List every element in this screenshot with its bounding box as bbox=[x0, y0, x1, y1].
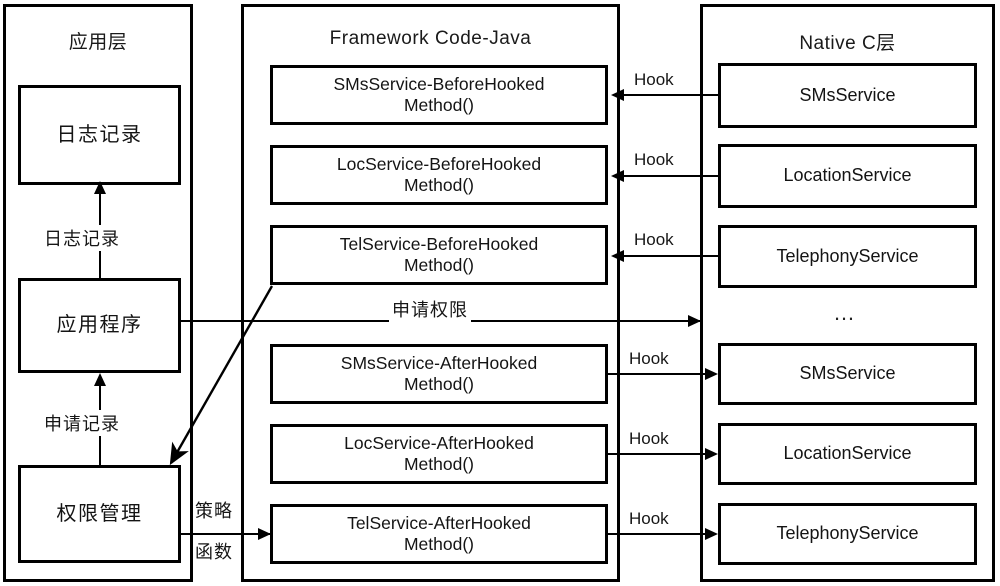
node-loc-before-hooked[interactable]: LocService-BeforeHooked Method() bbox=[270, 145, 608, 205]
node-sms-before-hooked[interactable]: SMsService-BeforeHooked Method() bbox=[270, 65, 608, 125]
node-telephony-service-top[interactable]: TelephonyService bbox=[718, 225, 977, 288]
edge-log-record-arrowhead bbox=[94, 181, 106, 194]
node-sms-after-hooked[interactable]: SMsService-AfterHooked Method() bbox=[270, 344, 608, 404]
line1: LocService-AfterHooked bbox=[344, 432, 534, 453]
hook-edge-4-arrowhead bbox=[705, 368, 718, 380]
hook-edge-3-arrowhead bbox=[611, 250, 624, 262]
hook-edge-5-arrowhead bbox=[705, 448, 718, 460]
node-sms-service-bottom[interactable]: SMsService bbox=[718, 343, 977, 405]
panel-app-layer-title: 应用层 bbox=[68, 32, 128, 53]
hook-edge-2-arrowhead bbox=[611, 170, 624, 182]
line1: LocService-BeforeHooked bbox=[336, 153, 542, 174]
edge-apply-record-label: 申请记录 bbox=[42, 410, 122, 436]
node-sms-before-hooked-text: SMsService-BeforeHooked Method() bbox=[333, 74, 544, 117]
line1: TelService-AfterHooked bbox=[347, 512, 531, 533]
line1: SMsService-AfterHooked bbox=[340, 352, 538, 373]
line1: TelService-BeforeHooked bbox=[339, 233, 539, 254]
node-sms-service-top[interactable]: SMsService bbox=[718, 63, 977, 128]
node-location-service-top[interactable]: LocationService bbox=[718, 144, 977, 208]
node-application[interactable]: 应用程序 bbox=[18, 278, 181, 373]
panel-native-layer-title: Native C层 bbox=[799, 33, 896, 54]
edge-log-record-label: 日志记录 bbox=[42, 225, 122, 251]
edge-apply-record-arrowhead bbox=[94, 373, 106, 386]
hook-edge-3-line bbox=[623, 255, 718, 257]
hook-edge-5-line bbox=[608, 453, 708, 455]
edge-policy-function-line bbox=[181, 533, 270, 535]
node-loc-after-hooked[interactable]: LocService-AfterHooked Method() bbox=[270, 424, 608, 484]
node-loc-after-hooked-text: LocService-AfterHooked Method() bbox=[344, 433, 534, 476]
node-tel-before-hooked[interactable]: TelService-BeforeHooked Method() bbox=[270, 225, 608, 285]
hook-edge-1-arrowhead bbox=[611, 89, 624, 101]
hook-edge-1-label: Hook bbox=[634, 70, 674, 89]
hook-edge-1-line bbox=[623, 94, 718, 96]
line2: Method() bbox=[403, 534, 474, 554]
node-tel-after-hooked-text: TelService-AfterHooked Method() bbox=[347, 513, 531, 556]
line2: Method() bbox=[403, 454, 474, 474]
hook-edge-5-label: Hook bbox=[629, 429, 669, 448]
node-tel-after-hooked[interactable]: TelService-AfterHooked Method() bbox=[270, 504, 608, 564]
hook-edge-2-label: Hook bbox=[634, 150, 674, 169]
node-permission-manager[interactable]: 权限管理 bbox=[18, 465, 181, 563]
hook-edge-6-line bbox=[608, 533, 708, 535]
hook-edge-4-label: Hook bbox=[629, 349, 669, 368]
hook-edge-3-label: Hook bbox=[634, 230, 674, 249]
edge-request-permission-arrowhead bbox=[688, 315, 701, 327]
edge-policy-label: 策略 bbox=[193, 497, 235, 523]
diagram-canvas: 应用层 日志记录 应用程序 权限管理 日志记录 申请记录 Framework C… bbox=[0, 0, 1000, 586]
node-telephony-service-bottom[interactable]: TelephonyService bbox=[718, 503, 977, 565]
node-location-service-bottom[interactable]: LocationService bbox=[718, 423, 977, 485]
edge-request-permission-label: 申请权限 bbox=[389, 296, 471, 322]
line1: SMsService-BeforeHooked bbox=[333, 73, 545, 94]
line2: Method() bbox=[403, 255, 475, 275]
hook-edge-4-line bbox=[608, 373, 708, 375]
node-loc-before-hooked-text: LocService-BeforeHooked Method() bbox=[337, 154, 541, 197]
node-tel-before-hooked-text: TelService-BeforeHooked Method() bbox=[340, 234, 538, 277]
line2: Method() bbox=[403, 95, 475, 115]
native-ellipsis: … bbox=[833, 300, 858, 325]
edge-function-label: 函数 bbox=[193, 538, 235, 564]
node-sms-after-hooked-text: SMsService-AfterHooked Method() bbox=[341, 353, 537, 396]
panel-framework-layer-title: Framework Code-Java bbox=[329, 28, 532, 49]
edge-policy-function-arrowhead bbox=[258, 528, 271, 540]
node-log-record[interactable]: 日志记录 bbox=[18, 85, 181, 185]
hook-edge-6-arrowhead bbox=[705, 528, 718, 540]
line2: Method() bbox=[403, 374, 475, 394]
line2: Method() bbox=[403, 175, 475, 195]
hook-edge-6-label: Hook bbox=[629, 509, 669, 528]
hook-edge-2-line bbox=[623, 175, 718, 177]
